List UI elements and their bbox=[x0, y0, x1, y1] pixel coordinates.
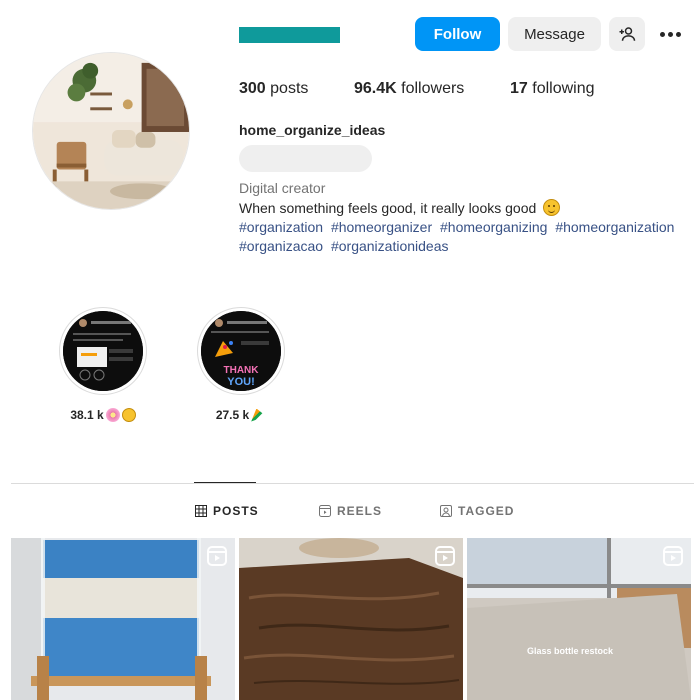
smiling-face-icon bbox=[121, 408, 136, 422]
bio-text-content: When something feels good, it really loo… bbox=[239, 200, 537, 216]
threads-badge-redacted[interactable] bbox=[239, 145, 372, 172]
grid-icon bbox=[195, 505, 207, 517]
highlight-label-text: 27.5 k bbox=[215, 408, 250, 422]
post-thumbnail[interactable] bbox=[239, 538, 463, 700]
tabs-divider bbox=[11, 483, 694, 484]
highlight-ring bbox=[59, 307, 147, 395]
posts-count: 300 posts bbox=[239, 80, 308, 98]
thank-you-graphic-text: THANK bbox=[224, 365, 260, 376]
bio-hashtags: #organization #homeorganizer #homeorgani… bbox=[239, 218, 699, 256]
highlight-cover-image bbox=[63, 311, 143, 391]
rug-floor-photo bbox=[467, 538, 691, 700]
reel-icon bbox=[663, 546, 683, 566]
story-highlight[interactable]: THANK YOU! 27.5 k bbox=[197, 307, 285, 422]
followers-count-label: followers bbox=[401, 80, 465, 97]
following-count-label: following bbox=[532, 80, 595, 97]
profile-avatar[interactable] bbox=[32, 52, 190, 210]
post-caption-text: Glass bottle restock bbox=[527, 646, 614, 656]
tab-posts[interactable]: POSTS bbox=[195, 504, 259, 518]
bio-text: When something feels good, it really loo… bbox=[239, 199, 561, 216]
hashtag-link[interactable]: #organizationideas bbox=[331, 238, 449, 254]
active-tab-indicator bbox=[194, 482, 256, 483]
hashtag-link[interactable]: #homeorganizing bbox=[440, 219, 547, 235]
flower-icon bbox=[105, 408, 120, 422]
following-count-value: 17 bbox=[510, 80, 528, 97]
highlight-cover-image: THANK YOU! bbox=[201, 311, 281, 391]
thank-you-graphic-text: YOU! bbox=[227, 376, 255, 388]
highlight-ring: THANK YOU! bbox=[197, 307, 285, 395]
highlight-label-text: 38.1 k bbox=[70, 408, 104, 422]
more-options-icon[interactable] bbox=[656, 22, 684, 46]
profile-name: home_organize_ideas bbox=[239, 122, 386, 138]
hashtag-link[interactable]: #organization bbox=[239, 219, 323, 235]
suggest-accounts-button[interactable] bbox=[609, 17, 645, 51]
followers-count[interactable]: 96.4K followers bbox=[354, 80, 464, 98]
username-redacted-bar bbox=[239, 27, 340, 43]
hashtag-link[interactable]: #homeorganization bbox=[555, 219, 674, 235]
story-highlight[interactable]: 38.1 k bbox=[59, 307, 147, 422]
party-popper-icon bbox=[251, 408, 267, 422]
jar-blue-white-beads-photo bbox=[11, 538, 235, 700]
tab-tagged[interactable]: TAGGED bbox=[440, 504, 514, 518]
message-button[interactable]: Message bbox=[508, 17, 601, 51]
tagged-icon bbox=[440, 505, 452, 517]
post-thumbnail[interactable]: Glass bottle restock bbox=[467, 538, 691, 700]
highlight-label: 38.1 k bbox=[59, 408, 147, 422]
posts-count-value: 300 bbox=[239, 80, 266, 97]
living-room-photo bbox=[33, 53, 189, 209]
post-thumbnail[interactable] bbox=[11, 538, 235, 700]
tab-reels-label: REELS bbox=[337, 504, 383, 518]
profile-category: Digital creator bbox=[239, 180, 326, 196]
wooden-board-photo bbox=[239, 538, 463, 700]
posts-count-label: posts bbox=[270, 80, 309, 97]
follow-button[interactable]: Follow bbox=[415, 17, 500, 51]
highlight-label: 27.5 k bbox=[197, 408, 285, 422]
tab-reels[interactable]: REELS bbox=[319, 504, 382, 518]
reel-icon bbox=[207, 546, 227, 566]
followers-count-value: 96.4K bbox=[354, 80, 397, 97]
person-add-icon bbox=[619, 27, 636, 41]
reels-icon bbox=[319, 505, 331, 517]
smiling-face-icon bbox=[543, 199, 561, 216]
reel-icon bbox=[435, 546, 455, 566]
tab-posts-label: POSTS bbox=[213, 504, 259, 518]
tab-tagged-label: TAGGED bbox=[458, 504, 515, 518]
following-count[interactable]: 17 following bbox=[510, 80, 595, 98]
hashtag-link[interactable]: #organizacao bbox=[239, 238, 323, 254]
hashtag-link[interactable]: #homeorganizer bbox=[331, 219, 432, 235]
